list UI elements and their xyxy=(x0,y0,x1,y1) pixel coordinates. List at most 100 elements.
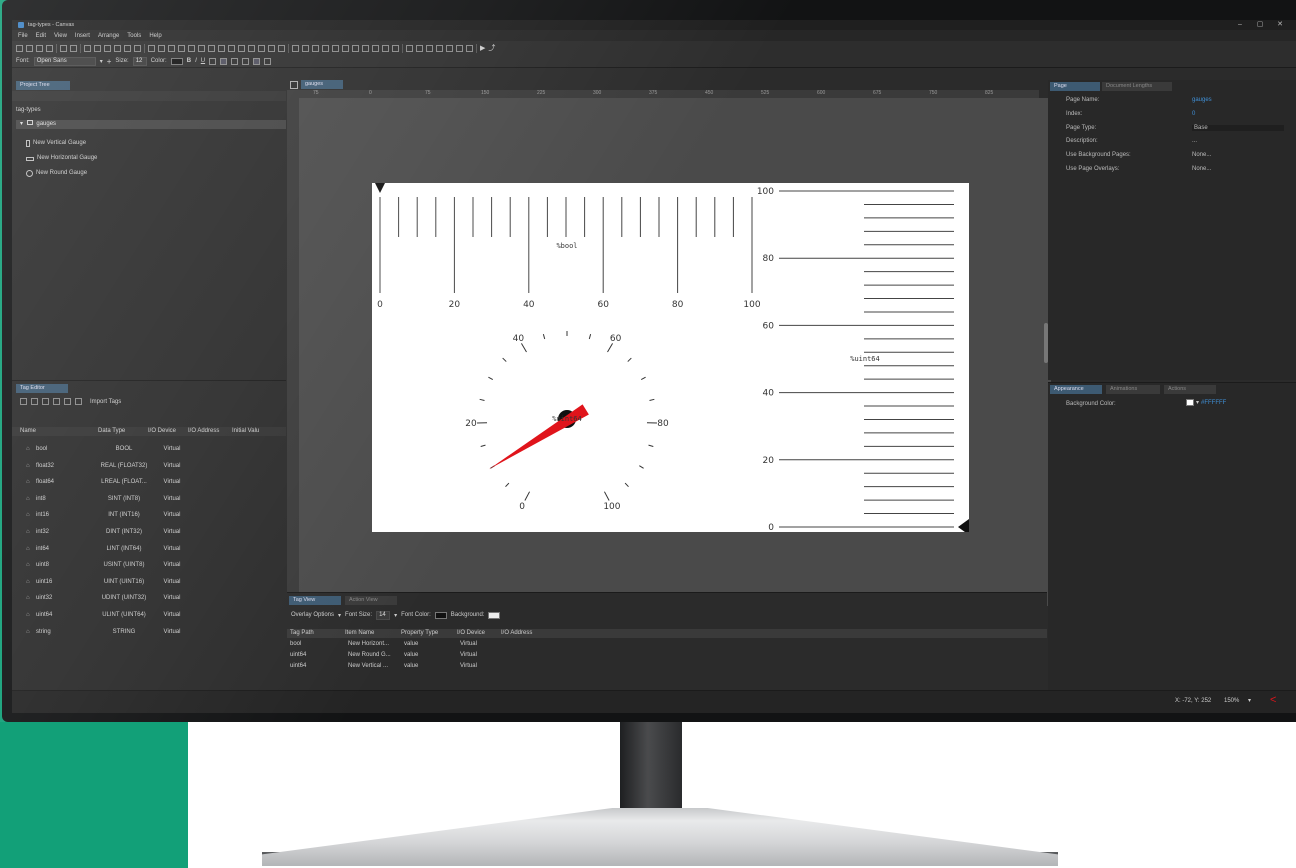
run-icon[interactable]: ▶ xyxy=(480,44,485,52)
prop-value[interactable]: ... xyxy=(1192,138,1197,144)
overlay-dropdown-icon[interactable]: ▾ xyxy=(338,612,341,619)
grid-icon[interactable] xyxy=(406,44,413,52)
text-valign-top-icon[interactable] xyxy=(242,57,250,65)
download-icon[interactable] xyxy=(456,44,463,52)
import-tags-button[interactable]: Import Tags xyxy=(90,399,121,405)
send-back-icon[interactable] xyxy=(392,44,399,52)
pointer-icon[interactable] xyxy=(148,44,155,52)
zoom-fit-icon[interactable] xyxy=(114,44,121,52)
overlay-options-label[interactable]: Overlay Options xyxy=(291,612,334,618)
font-size-input[interactable]: 14 xyxy=(376,610,391,620)
share-status-icon[interactable]: < xyxy=(1270,694,1276,706)
text-color-swatch[interactable] xyxy=(170,57,183,65)
open-tag-icon[interactable] xyxy=(31,398,38,405)
menu-help[interactable]: Help xyxy=(149,33,161,39)
upload-icon[interactable] xyxy=(466,44,473,52)
prop-value[interactable]: None... xyxy=(1192,166,1211,172)
tag-row[interactable]: ⌂ float64 LREAL (FLOAT... Virtual xyxy=(20,474,192,490)
undo-icon[interactable] xyxy=(60,44,67,52)
new-file-icon[interactable] xyxy=(16,44,23,52)
paste-icon[interactable] xyxy=(104,44,111,52)
tag-view-row[interactable]: uint64 New Vertical ... value Virtual xyxy=(287,663,553,669)
expand-arrow-icon[interactable]: ▾ xyxy=(20,121,23,127)
polygon-tool-icon[interactable] xyxy=(208,44,215,52)
run-external-icon[interactable]: ⤴ xyxy=(488,43,495,53)
menu-tools[interactable]: Tools xyxy=(127,33,141,39)
align-center-icon[interactable] xyxy=(302,44,309,52)
button-tool-icon[interactable] xyxy=(238,44,245,52)
tab-page[interactable]: Page xyxy=(1050,82,1100,91)
layers-icon[interactable] xyxy=(426,44,433,52)
font-select[interactable]: Open Sans xyxy=(33,56,96,66)
prop-value[interactable]: 0 xyxy=(1192,111,1195,117)
menu-insert[interactable]: Insert xyxy=(75,33,90,39)
text-align-right-icon[interactable] xyxy=(231,57,239,65)
background-swatch[interactable] xyxy=(488,611,501,619)
line-tool-icon[interactable] xyxy=(158,44,165,52)
bring-front-icon[interactable] xyxy=(382,44,389,52)
tag-row[interactable]: ⌂ uint16 UINT (UINT16) Virtual xyxy=(20,574,192,590)
menu-edit[interactable]: Edit xyxy=(36,33,46,39)
tab-action-view[interactable]: Action View xyxy=(345,596,397,605)
tag-view-row[interactable]: bool New Horizont... value Virtual xyxy=(287,641,553,647)
background-color-field[interactable]: ▾ #FFFFFF xyxy=(1186,399,1226,406)
color-dropdown-icon[interactable]: ▾ xyxy=(1196,399,1199,406)
add-icon[interactable]: + xyxy=(107,57,112,66)
col-io-address[interactable]: I/O Address xyxy=(188,427,232,436)
save-tag-icon[interactable] xyxy=(64,398,71,405)
font-dropdown-icon[interactable]: ▾ xyxy=(100,58,103,65)
tab-appearance[interactable]: Appearance xyxy=(1050,385,1102,394)
tag-row[interactable]: ⌂ string STRING Virtual xyxy=(20,624,192,640)
gauge-tool-icon[interactable] xyxy=(248,44,255,52)
clock-tool-icon[interactable] xyxy=(258,44,265,52)
italic-button[interactable]: I xyxy=(195,58,197,64)
redo-icon[interactable] xyxy=(70,44,77,52)
zoom-out-icon[interactable] xyxy=(134,44,141,52)
circle-tool-icon[interactable] xyxy=(188,44,195,52)
rectangle-tool-icon[interactable] xyxy=(168,44,175,52)
font-size-dropdown-icon[interactable]: ▾ xyxy=(394,612,397,619)
tag-row[interactable]: ⌂ float32 REAL (FLOAT32) Virtual xyxy=(20,458,192,474)
image-tool-icon[interactable] xyxy=(228,44,235,52)
menu-arrange[interactable]: Arrange xyxy=(98,33,119,39)
align-right-icon[interactable] xyxy=(312,44,319,52)
snap-icon[interactable] xyxy=(416,44,423,52)
prop-value[interactable]: Base xyxy=(1192,124,1284,131)
tag-row[interactable]: ⌂ int8 SINT (INT8) Virtual xyxy=(20,491,192,507)
maximize-button[interactable]: ▢ xyxy=(1250,20,1270,30)
new-tag-icon[interactable] xyxy=(20,398,27,405)
close-button[interactable]: ✕ xyxy=(1270,20,1290,30)
col-tag-path[interactable]: Tag Path xyxy=(287,629,345,638)
tags-icon[interactable] xyxy=(436,44,443,52)
delete-tag-icon[interactable] xyxy=(75,398,82,405)
menu-file[interactable]: File xyxy=(18,33,28,39)
font-color-swatch[interactable] xyxy=(434,611,447,619)
col-item-name[interactable]: Item Name xyxy=(345,629,401,638)
layout-icon[interactable] xyxy=(290,81,298,89)
tree-item-vertical-gauge[interactable]: New Vertical Gauge xyxy=(26,139,86,148)
col-property-type[interactable]: Property Type xyxy=(401,629,457,638)
arc-tool-icon[interactable] xyxy=(198,44,205,52)
table-tool-icon[interactable] xyxy=(268,44,275,52)
col-initial-value[interactable]: Initial Valu xyxy=(232,427,262,436)
tab-tag-view[interactable]: Tag View xyxy=(289,596,341,605)
prop-value[interactable]: None... xyxy=(1192,152,1211,158)
tab-actions[interactable]: Actions xyxy=(1164,385,1216,394)
tab-document-lengths[interactable]: Document Lengths xyxy=(1102,82,1172,91)
zoom-dropdown-icon[interactable]: ▾ xyxy=(1248,697,1251,704)
align-bottom-icon[interactable] xyxy=(342,44,349,52)
tab-animations[interactable]: Animations xyxy=(1106,385,1160,394)
bold-button[interactable]: B xyxy=(187,58,191,64)
col-io-device[interactable]: I/O Device xyxy=(148,427,188,436)
background-color-swatch[interactable] xyxy=(1186,399,1194,406)
paste-tag-icon[interactable] xyxy=(53,398,60,405)
canvas-page[interactable]: 0 20 40 60 80 100 %bool 0 20 40 60 80 100 %uint64 100 8… xyxy=(372,183,969,532)
zoom-level[interactable]: 150% xyxy=(1224,698,1239,704)
tab-gauges[interactable]: gauges xyxy=(301,80,343,89)
tag-row[interactable]: ⌂ int16 INT (INT16) Virtual xyxy=(20,507,192,523)
print-icon[interactable] xyxy=(36,44,43,52)
tab-tag-editor[interactable]: Tag Editor xyxy=(16,384,68,393)
tag-row[interactable]: ⌂ uint8 USINT (UINT8) Virtual xyxy=(20,557,192,573)
align-left-icon[interactable] xyxy=(292,44,299,52)
tag-row[interactable]: ⌂ uint32 UDINT (UINT32) Virtual xyxy=(20,590,192,606)
